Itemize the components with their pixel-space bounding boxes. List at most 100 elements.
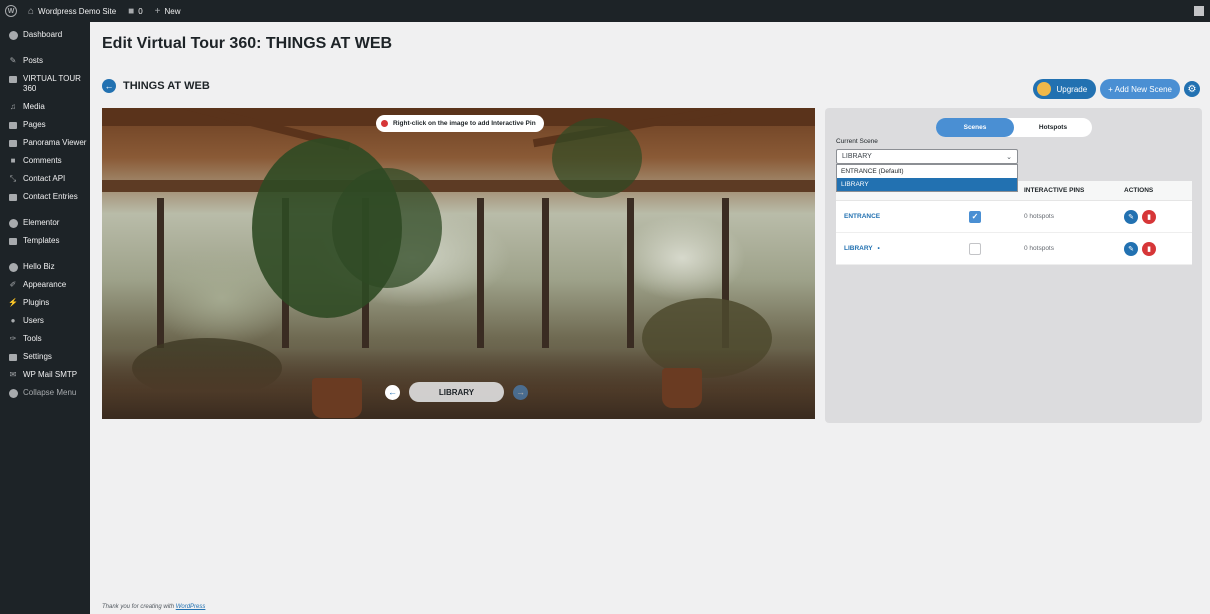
sidebar-item-contact-api[interactable]: ⤡ Contact API [0, 170, 90, 188]
pages-icon [8, 120, 18, 130]
main-scene-checkbox[interactable] [969, 242, 981, 255]
sidebar-item-label: Contact Entries [23, 192, 78, 201]
sidebar-item-settings[interactable]: Settings [0, 348, 90, 366]
current-scene-select[interactable]: LIBRARY ⌄ [836, 149, 1018, 164]
window-frame [627, 198, 634, 348]
sidebar-item-label: Settings [23, 352, 52, 361]
gear-icon[interactable]: ⚙ [1184, 81, 1200, 97]
hotspot-count: 0 hotspots [1024, 245, 1054, 252]
panorama-viewer[interactable]: Right-click on the image to add Interact… [102, 108, 815, 419]
sidebar-item-label: Media [23, 102, 45, 111]
sidebar-item-appearance[interactable]: ✐ Appearance [0, 276, 90, 294]
scene-name-link[interactable]: LIBRARY [844, 245, 873, 252]
site-name-link[interactable]: ⌂ Wordpress Demo Site [22, 6, 122, 17]
sidebar-item-virtual-tour[interactable]: VIRTUAL TOUR 360 [0, 70, 90, 98]
record-dot-icon [381, 120, 388, 127]
tab-hotspots[interactable]: Hotspots [1014, 118, 1092, 137]
sidebar-item-label: Users [23, 316, 44, 325]
media-icon: ♫ [10, 102, 16, 111]
upgrade-button[interactable]: Upgrade [1033, 79, 1097, 99]
sidebar-item-label: Elementor [23, 218, 60, 227]
users-icon: ● [10, 316, 16, 325]
collapse-menu-button[interactable]: Collapse Menu [0, 384, 90, 402]
window-frame [157, 198, 164, 348]
scene-name-link[interactable]: ENTRANCE [844, 213, 880, 220]
user-avatar[interactable] [1194, 6, 1204, 16]
sidebar-item-label: Appearance [23, 280, 67, 289]
add-new-scene-button[interactable]: + Add New Scene [1100, 79, 1180, 99]
collapse-icon [8, 388, 18, 398]
scene-option-entrance[interactable]: ENTRANCE (Default) [837, 165, 1017, 178]
page-title: Edit Virtual Tour 360: THINGS AT WEB [102, 35, 393, 52]
column-header-actions: ACTIONS [1124, 187, 1154, 194]
sidebar-item-label: Panorama Viewer [23, 138, 87, 147]
site-name-label: Wordpress Demo Site [38, 6, 117, 16]
main-scene-checkbox[interactable]: ✓ [969, 210, 981, 223]
panel-tabs: Scenes Hotspots [936, 118, 1092, 137]
sidebar-item-label: Posts [23, 56, 44, 65]
sidebar-item-users[interactable]: ● Users [0, 312, 90, 330]
sidebar-item-posts[interactable]: ✎ Posts [0, 52, 90, 70]
plant-foliage [552, 118, 642, 198]
plus-icon: + [154, 5, 161, 17]
table-row: LIBRARY • 0 hotspots ✎ ▮ [836, 233, 1192, 265]
contact-api-icon: ⤡ [9, 174, 17, 183]
sidebar-item-pages[interactable]: Pages [0, 116, 90, 134]
pin-icon: ✎ [9, 56, 17, 65]
mail-icon: ✉ [9, 370, 17, 379]
sidebar-item-panorama-viewer[interactable]: Panorama Viewer [0, 134, 90, 152]
templates-icon [8, 236, 18, 246]
sidebar-item-contact-entries[interactable]: Contact Entries [0, 188, 90, 206]
current-scene-label: Current Scene [836, 138, 878, 145]
sidebar-item-plugins[interactable]: ⚡ Plugins [0, 294, 90, 312]
sidebar-item-label: Pages [23, 120, 46, 129]
sidebar-item-media[interactable]: ♫ Media [0, 98, 90, 116]
back-arrow-icon[interactable]: ← [102, 79, 116, 93]
comment-icon: ■ [128, 5, 135, 17]
delete-trash-icon[interactable]: ▮ [1142, 209, 1156, 224]
admin-sidebar: Dashboard ✎ Posts VIRTUAL TOUR 360 ♫ Media… [0, 22, 90, 614]
hotspot-count: 0 hotspots [1024, 213, 1054, 220]
collapse-menu-label: Collapse Menu [23, 388, 77, 397]
scene-option-library[interactable]: LIBRARY [837, 178, 1017, 191]
next-scene-arrow-icon[interactable]: → [513, 384, 528, 400]
sidebar-item-templates[interactable]: Templates [0, 232, 90, 250]
current-scene-marker: • [877, 245, 880, 252]
sidebar-item-label: WP Mail SMTP [23, 370, 78, 379]
footer-text: Thank you for creating with [102, 604, 175, 610]
sidebar-item-tools[interactable]: ✑ Tools [0, 330, 90, 348]
contact-entries-icon [8, 192, 18, 202]
comments-link[interactable]: ■ 0 [122, 6, 149, 17]
admin-footer: Thank you for creating with WordPress [102, 604, 205, 610]
edit-pencil-icon[interactable]: ✎ [1124, 241, 1138, 256]
sidebar-item-comments[interactable]: ■ Comments [0, 152, 90, 170]
sidebar-item-label: Dashboard [23, 30, 63, 39]
elementor-icon [8, 218, 18, 228]
sidebar-item-dashboard[interactable]: Dashboard [0, 26, 90, 44]
dashboard-icon [8, 30, 18, 40]
plugins-icon: ⚡ [8, 298, 18, 307]
wordpress-logo-icon[interactable]: W [0, 0, 22, 22]
prev-scene-arrow-icon[interactable]: ← [385, 384, 400, 400]
tour-name: THINGS AT WEB [123, 80, 210, 92]
wordpress-link[interactable]: WordPress [176, 604, 206, 610]
chevron-down-icon: ⌄ [1006, 153, 1012, 161]
crown-icon [1037, 82, 1052, 96]
sidebar-item-label: Comments [23, 156, 62, 165]
settings-icon [8, 352, 18, 362]
scene-navigation: ← LIBRARY → [385, 382, 528, 402]
check-icon: ✓ [971, 212, 979, 221]
delete-trash-icon[interactable]: ▮ [1142, 241, 1156, 256]
tour-icon [8, 74, 18, 84]
sidebar-item-label: VIRTUAL TOUR 360 [23, 74, 81, 93]
current-scene-pill: LIBRARY [409, 382, 504, 402]
new-content-link[interactable]: + New [149, 6, 187, 17]
sidebar-item-label: Tools [23, 334, 42, 343]
admin-bar: W ⌂ Wordpress Demo Site ■ 0 + New [0, 0, 1210, 22]
edit-pencil-icon[interactable]: ✎ [1124, 209, 1138, 224]
sidebar-item-hello-biz[interactable]: Hello Biz [0, 258, 90, 276]
table-row: ENTRANCE ✓ 0 hotspots ✎ ▮ [836, 201, 1192, 233]
sidebar-item-elementor[interactable]: Elementor [0, 214, 90, 232]
tab-scenes[interactable]: Scenes [936, 118, 1014, 137]
sidebar-item-wp-mail-smtp[interactable]: ✉ WP Mail SMTP [0, 366, 90, 384]
